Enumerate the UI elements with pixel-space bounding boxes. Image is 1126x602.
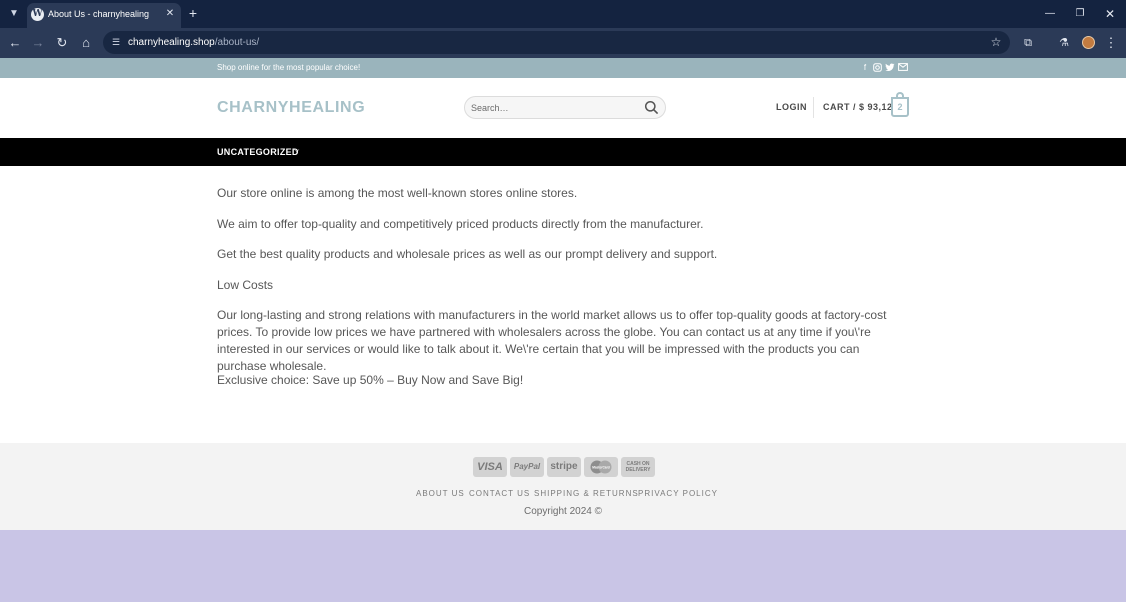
visa-icon: VISA	[473, 457, 507, 477]
extensions-puzzle-icon[interactable]: ⧉	[1020, 35, 1036, 51]
lab-flask-icon[interactable]: ⚗	[1056, 35, 1072, 51]
content-paragraph: Get the best quality products and wholes…	[217, 247, 718, 261]
search-icon[interactable]	[644, 100, 659, 115]
content-paragraph: Our store online is among the most well-…	[217, 186, 578, 200]
reload-icon[interactable]: ↻	[53, 34, 71, 52]
stripe-icon: stripe	[547, 457, 581, 477]
url-text: charnyhealing.shop/about-us/	[128, 37, 259, 48]
site-logo[interactable]: CHARNYHEALING	[217, 99, 365, 117]
browser-toolbar: ← → ↻ ⌂ ☰ charnyhealing.shop/about-us/ ☆…	[0, 28, 1126, 58]
instagram-icon[interactable]	[872, 63, 882, 73]
footer-link-privacy-policy[interactable]: PRIVACY POLICY	[638, 489, 718, 498]
top-bar-message: Shop online for the most popular choice!	[217, 63, 361, 72]
window-close-icon[interactable]: ✕	[1102, 6, 1118, 22]
site-header: CHARNYHEALING LOGIN CART / $ 93,12 2	[0, 78, 1126, 138]
search-input[interactable]	[471, 99, 641, 116]
active-tab[interactable]: W About Us - charnyhealing ✕	[27, 3, 181, 28]
main-navigation: UNCATEGORIZED ⌵	[0, 138, 1126, 166]
email-icon[interactable]	[898, 63, 908, 73]
url-host: charnyhealing.shop	[128, 37, 215, 48]
profile-avatar[interactable]	[1082, 36, 1095, 49]
twitter-icon[interactable]	[885, 63, 895, 73]
url-path: /about-us/	[214, 37, 260, 48]
new-tab-plus-icon[interactable]: +	[186, 6, 200, 20]
bookmark-star-icon[interactable]: ☆	[989, 35, 1003, 49]
tab-search-button[interactable]: ▼	[5, 5, 23, 23]
tab-close-icon[interactable]: ✕	[163, 7, 177, 21]
login-link[interactable]: LOGIN	[776, 102, 807, 112]
page-content: Our store online is among the most well-…	[0, 166, 1126, 443]
address-bar[interactable]: ☰ charnyhealing.shop/about-us/ ☆	[103, 31, 1010, 54]
content-paragraph: Exclusive choice: Save up 50% – Buy Now …	[217, 373, 524, 387]
content-paragraph: Our long-lasting and strong relations wi…	[217, 308, 887, 373]
home-icon[interactable]: ⌂	[77, 34, 95, 52]
mastercard-icon: MasterCard	[584, 457, 618, 477]
chevron-down-icon: ⌵	[294, 147, 300, 154]
footer-link-contact-us[interactable]: CONTACT US	[469, 489, 530, 498]
header-divider	[813, 97, 814, 118]
forward-arrow-icon[interactable]: →	[29, 34, 47, 52]
back-arrow-icon[interactable]: ←	[6, 34, 24, 52]
cash-on-delivery-icon: CASH ON DELIVERY	[621, 457, 655, 477]
top-bar: Shop online for the most popular choice!…	[0, 58, 1126, 78]
footer-link-about-us[interactable]: ABOUT US	[416, 489, 465, 498]
minimize-icon[interactable]: —	[1042, 6, 1058, 22]
restore-icon[interactable]: ❐	[1072, 6, 1088, 22]
footer-link-shipping-returns[interactable]: SHIPPING & RETURNS	[534, 489, 639, 498]
search-box	[464, 96, 666, 119]
cart-link[interactable]: CART / $ 93,12	[823, 102, 893, 112]
paypal-icon: PayPal	[510, 457, 544, 477]
wordpress-icon: W	[31, 8, 44, 21]
content-paragraph: We aim to offer top-quality and competit…	[217, 217, 704, 231]
browser-tab-strip: ▼ W About Us - charnyhealing ✕ + — ❐ ✕	[0, 0, 1126, 28]
tab-title: About Us - charnyhealing	[48, 9, 150, 19]
content-heading: Low Costs	[217, 278, 274, 292]
copyright-text: Copyright 2024 ©	[524, 506, 602, 517]
facebook-icon[interactable]: f	[860, 63, 870, 73]
cart-count-badge[interactable]: 2	[891, 97, 909, 117]
page-background-below-footer	[0, 530, 1126, 602]
browser-menu-icon[interactable]: ⋮	[1104, 35, 1118, 51]
nav-item-uncategorized[interactable]: UNCATEGORIZED	[217, 147, 299, 157]
mastercard-label: MasterCard	[592, 466, 610, 470]
site-info-icon[interactable]: ☰	[110, 36, 122, 48]
site-footer: VISA PayPal stripe MasterCard CASH ON DE…	[0, 443, 1126, 530]
